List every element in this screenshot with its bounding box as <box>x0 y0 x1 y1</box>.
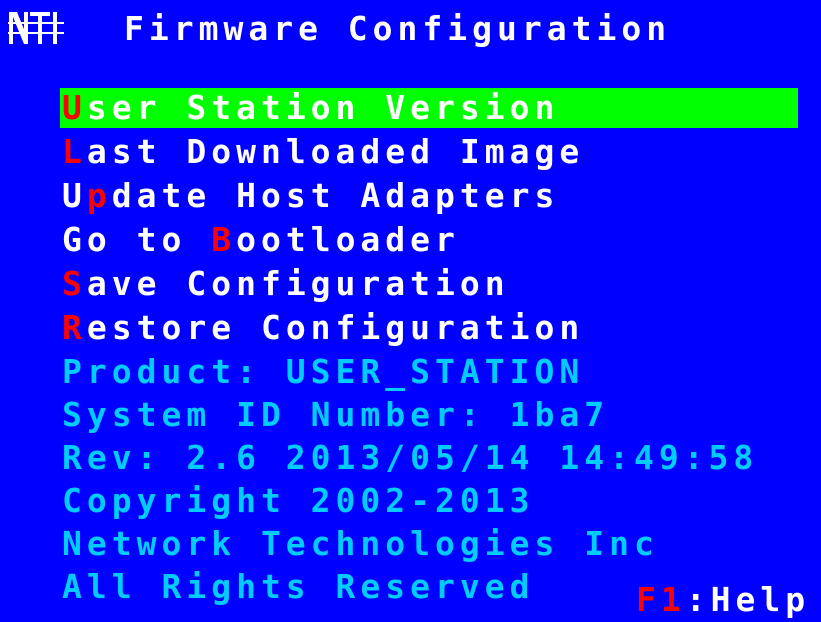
menu-item-user-station-version[interactable]: User Station Version <box>60 88 798 128</box>
hotkey-letter: p <box>86 176 112 215</box>
help-hint[interactable]: F1:Help <box>636 580 810 620</box>
menu-item-label-prefix: U <box>62 176 87 215</box>
product-info: Product: USER_STATION <box>62 352 585 391</box>
help-label: Help <box>710 580 811 619</box>
company-info: Network Technologies Inc <box>62 524 659 563</box>
copyright-info: Copyright 2002-2013 <box>62 481 535 520</box>
menu-item-update-host-adapters[interactable]: Update Host Adapters <box>62 176 559 216</box>
menu-item-label: ootloader <box>236 220 460 259</box>
rights-info: All Rights Reserved <box>62 567 535 606</box>
menu-item-label: estore Configuration <box>86 308 585 347</box>
page-title: Firmware Configuration <box>124 8 672 48</box>
title-bar: Firmware Configuration <box>8 6 671 50</box>
menu-item-label: ast Downloaded Image <box>86 132 585 171</box>
hotkey-letter: S <box>62 264 87 303</box>
menu-item-label: ave Configuration <box>86 264 510 303</box>
firmware-config-screen: Firmware Configuration User Station Vers… <box>0 0 821 622</box>
hotkey-letter: B <box>211 220 237 259</box>
menu-item-save-configuration[interactable]: Save Configuration <box>62 264 510 304</box>
nti-logo <box>8 12 64 44</box>
menu-item-restore-configuration[interactable]: Restore Configuration <box>62 308 584 348</box>
hotkey-letter: R <box>62 308 87 347</box>
hotkey-letter: U <box>62 88 87 127</box>
system-id-info: System ID Number: 1ba7 <box>62 395 610 434</box>
hotkey-letter: L <box>62 132 87 171</box>
menu-item-label: date Host Adapters <box>111 176 560 215</box>
help-key: F1 <box>636 580 686 619</box>
menu-item-label: ser Station Version <box>86 88 560 127</box>
menu-item-last-downloaded-image[interactable]: Last Downloaded Image <box>62 132 584 172</box>
menu-item-go-to-bootloader[interactable]: Go to Bootloader <box>62 220 460 260</box>
revision-info: Rev: 2.6 2013/05/14 14:49:58 <box>62 438 759 477</box>
menu-item-label-prefix: Go to <box>62 220 212 259</box>
help-separator: : <box>685 580 711 619</box>
